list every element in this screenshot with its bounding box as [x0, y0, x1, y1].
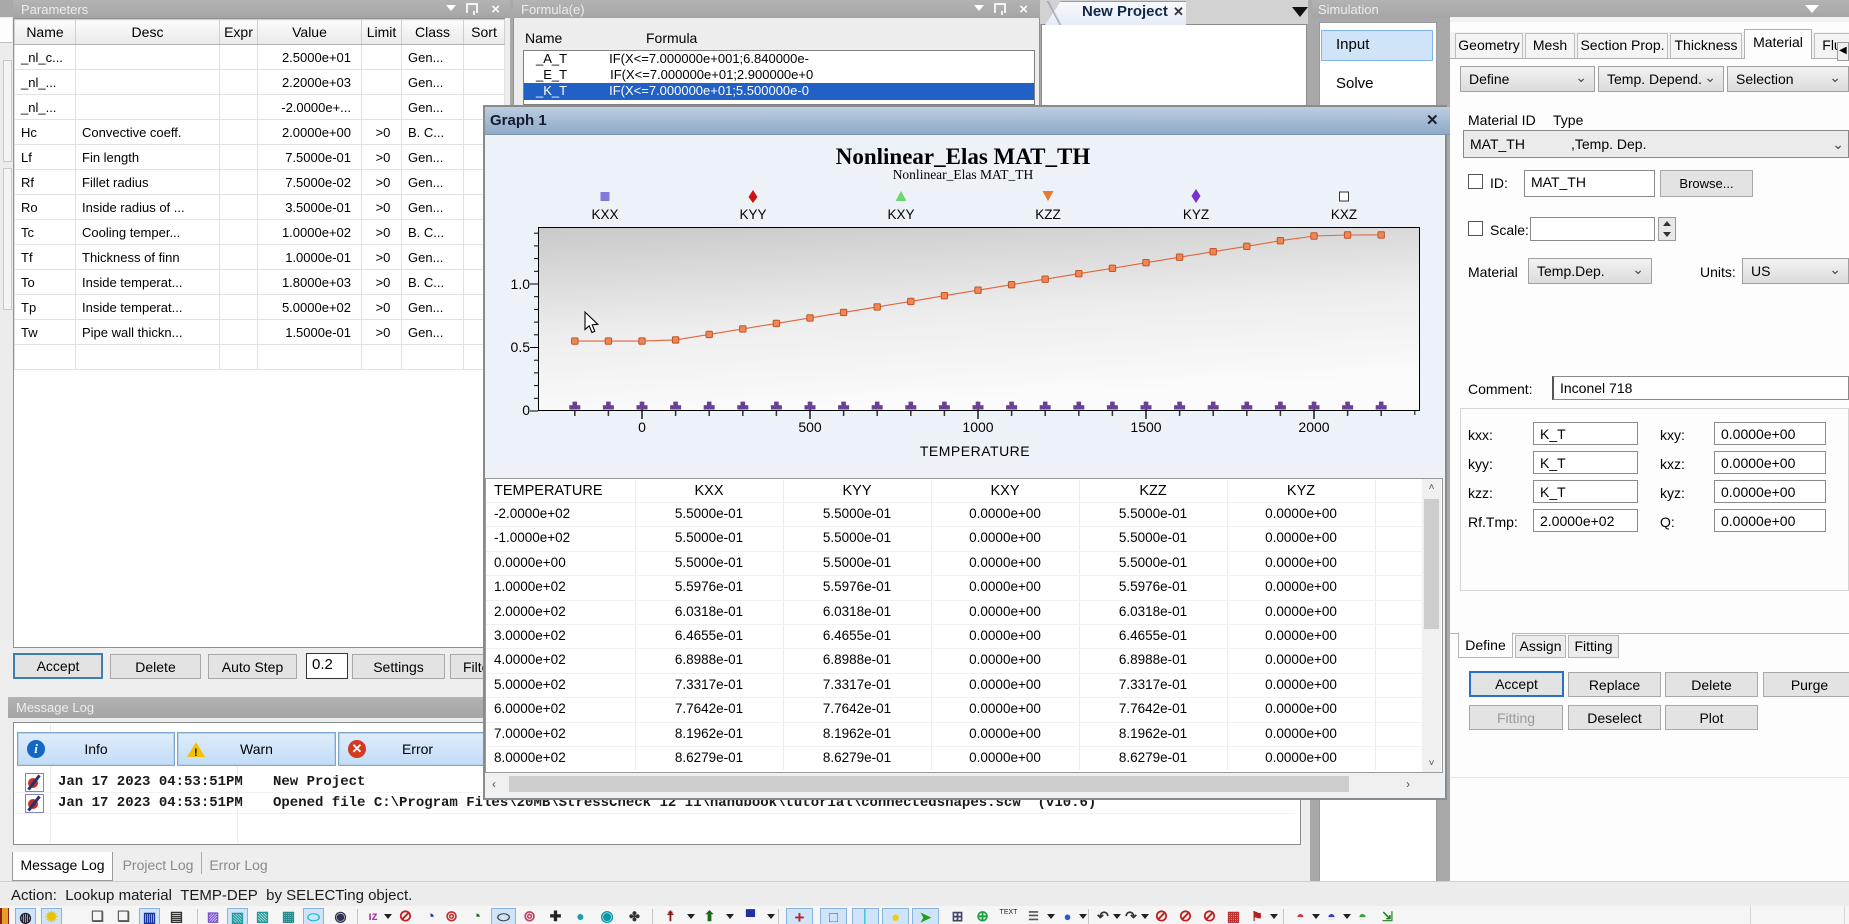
svg-text:TEMPERATURE: TEMPERATURE: [920, 443, 1030, 459]
svg-text:KZZ: KZZ: [1035, 207, 1061, 222]
svg-text:KYZ: KYZ: [1183, 207, 1209, 222]
svg-text:0.5: 0.5: [511, 339, 531, 355]
svg-text:0: 0: [638, 419, 646, 435]
svg-text:KYY: KYY: [739, 207, 766, 222]
svg-text:1500: 1500: [1130, 419, 1161, 435]
svg-text:KXZ: KXZ: [1331, 207, 1357, 222]
svg-text:0: 0: [522, 402, 530, 418]
svg-text:500: 500: [798, 419, 822, 435]
svg-text:2000: 2000: [1298, 419, 1329, 435]
svg-text:KXX: KXX: [591, 207, 618, 222]
svg-text:Nonlinear_Elas MAT_TH: Nonlinear_Elas MAT_TH: [836, 144, 1091, 169]
svg-text:1000: 1000: [962, 419, 993, 435]
svg-text:1.0: 1.0: [511, 276, 531, 292]
svg-text:Nonlinear_Elas MAT_TH: Nonlinear_Elas MAT_TH: [893, 167, 1034, 182]
svg-text:KXY: KXY: [887, 207, 914, 222]
